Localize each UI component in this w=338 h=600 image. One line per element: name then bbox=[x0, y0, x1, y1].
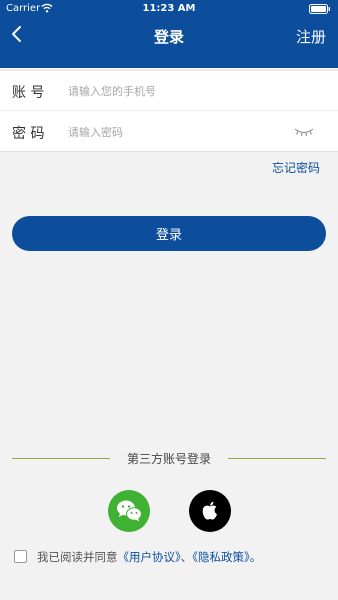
account-label: 账 号 bbox=[12, 85, 45, 101]
privacy-policy-link[interactable]: 《隐私政策》 bbox=[192, 550, 250, 564]
agreement-row: 我已阅读并同意《用户协议》、《隐私政策》。 bbox=[14, 547, 334, 567]
status-time: 11:23 AM bbox=[142, 3, 196, 14]
forgot-password-link[interactable]: 忘记密码 bbox=[272, 159, 320, 176]
eye-closed-icon[interactable] bbox=[294, 127, 314, 137]
user-agreement-link[interactable]: 《用户协议》 bbox=[118, 550, 181, 564]
password-row: 密 码 bbox=[0, 112, 338, 152]
nav-bar: 登录 注册 bbox=[0, 18, 338, 52]
login-button[interactable]: 登录 bbox=[12, 216, 326, 251]
header: Carrier 11:23 AM 登录 注册 bbox=[0, 0, 338, 68]
agreement-prefix: 我已阅读并同意 bbox=[37, 550, 118, 564]
status-bar: Carrier 11:23 AM bbox=[0, 0, 338, 18]
agreement-separator: 、 bbox=[180, 550, 193, 564]
battery-icon bbox=[309, 4, 330, 14]
wechat-icon bbox=[117, 500, 142, 522]
third-party-login-divider: 第三方账号登录 bbox=[12, 449, 326, 467]
phone-input[interactable] bbox=[68, 79, 288, 103]
page-title: 登录 bbox=[153, 28, 184, 46]
register-button[interactable]: 注册 bbox=[296, 26, 326, 47]
password-label: 密 码 bbox=[12, 126, 45, 142]
account-row: 账 号 bbox=[0, 71, 338, 111]
apple-login-button[interactable] bbox=[189, 490, 231, 532]
agreement-suffix: 。 bbox=[249, 550, 262, 564]
agreement-text: 我已阅读并同意《用户协议》、《隐私政策》。 bbox=[37, 549, 261, 565]
wechat-login-button[interactable] bbox=[108, 490, 150, 532]
apple-icon bbox=[202, 501, 217, 520]
divider-line-right bbox=[228, 458, 326, 459]
agreement-checkbox[interactable] bbox=[14, 550, 27, 563]
login-form: 账 号 密 码 bbox=[0, 70, 338, 152]
password-input[interactable] bbox=[68, 120, 288, 144]
